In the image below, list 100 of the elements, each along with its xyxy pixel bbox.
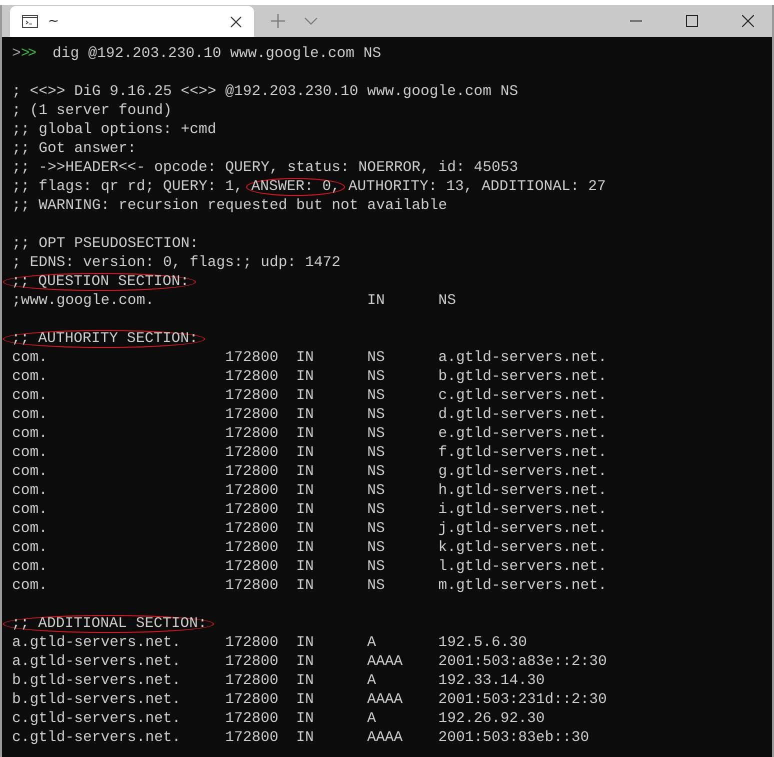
record-data: b.gtld-servers.net. bbox=[438, 368, 608, 387]
record-name: com. bbox=[12, 539, 49, 558]
record-name: com. bbox=[12, 425, 49, 444]
record-ttl: 172800 bbox=[225, 387, 280, 406]
record-ttl: 172800 bbox=[225, 577, 280, 596]
record-class: IN bbox=[296, 710, 315, 729]
record-ttl: 172800 bbox=[225, 368, 280, 387]
record-class: IN bbox=[296, 349, 315, 368]
record-data: 192.26.92.30 bbox=[438, 710, 546, 729]
record-name: c.gtld-servers.net. bbox=[12, 729, 182, 748]
record-type: A bbox=[367, 634, 378, 653]
record-type: NS bbox=[438, 292, 457, 311]
section-heading: ;; AUTHORITY SECTION: bbox=[2, 330, 205, 348]
record-type: NS bbox=[367, 387, 386, 406]
record-class: IN bbox=[296, 444, 315, 463]
section-heading: ;; ADDITIONAL SECTION: bbox=[2, 615, 214, 633]
output-line: ; <<>> DiG 9.16.25 <<>> @192.203.230.10 www.google.com NS bbox=[12, 84, 518, 100]
record-ttl: 172800 bbox=[225, 425, 280, 444]
record-class: IN bbox=[296, 672, 315, 691]
record-name: com. bbox=[12, 444, 49, 463]
close-icon[interactable] bbox=[230, 16, 242, 28]
record-ttl: 172800 bbox=[225, 691, 280, 710]
record-class: IN bbox=[296, 520, 315, 539]
output-line: ;; global options: +cmd bbox=[12, 122, 216, 138]
record-data: c.gtld-servers.net. bbox=[438, 387, 608, 406]
record-type: NS bbox=[367, 463, 386, 482]
record-data: f.gtld-servers.net. bbox=[438, 444, 608, 463]
output-line: ;; ->>HEADER<<- opcode: QUERY, status: NOERROR, id: 45053 bbox=[12, 160, 518, 176]
record-name: b.gtld-servers.net. bbox=[12, 672, 182, 691]
record-type: NS bbox=[367, 425, 386, 444]
record-ttl: 172800 bbox=[225, 729, 280, 748]
record-name: b.gtld-servers.net. bbox=[12, 691, 182, 710]
command-text: dig @192.203.230.10 www.google.com NS bbox=[52, 46, 382, 62]
record-ttl: 172800 bbox=[225, 406, 280, 425]
record-data: i.gtld-servers.net. bbox=[438, 501, 608, 520]
output-line: ;; Got answer: bbox=[12, 141, 136, 157]
record-ttl: 172800 bbox=[225, 653, 280, 672]
maximize-icon[interactable] bbox=[686, 15, 698, 27]
record-data: a.gtld-servers.net. bbox=[438, 349, 608, 368]
record-class: IN bbox=[296, 558, 315, 577]
record-class: IN bbox=[296, 501, 315, 520]
record-type: NS bbox=[367, 520, 386, 539]
record-data: m.gtld-servers.net. bbox=[438, 577, 608, 596]
record-type: AAAA bbox=[367, 729, 404, 748]
section-heading: ;; QUESTION SECTION: bbox=[2, 273, 196, 291]
close-icon[interactable] bbox=[742, 15, 754, 27]
record-ttl: 172800 bbox=[225, 501, 280, 520]
record-ttl: 172800 bbox=[225, 672, 280, 691]
record-class: IN bbox=[296, 729, 315, 748]
record-data: g.gtld-servers.net. bbox=[438, 463, 608, 482]
record-class: IN bbox=[367, 292, 386, 311]
record-name: com. bbox=[12, 368, 49, 387]
record-ttl: 172800 bbox=[225, 463, 280, 482]
record-name: com. bbox=[12, 349, 49, 368]
terminal-tab[interactable]: ~ bbox=[10, 6, 254, 37]
record-type: A bbox=[367, 672, 378, 691]
record-type: NS bbox=[367, 539, 386, 558]
record-name: a.gtld-servers.net. bbox=[12, 634, 182, 653]
record-name: a.gtld-servers.net. bbox=[12, 653, 182, 672]
record-ttl: 172800 bbox=[225, 634, 280, 653]
record-name: com. bbox=[12, 406, 49, 425]
record-type: A bbox=[367, 710, 378, 729]
record-class: IN bbox=[296, 577, 315, 596]
record-name: ;www.google.com. bbox=[12, 292, 156, 311]
prompt-symbol: >>> bbox=[12, 46, 35, 62]
record-class: IN bbox=[296, 634, 315, 653]
tab-title: ~ bbox=[48, 14, 60, 29]
record-class: IN bbox=[296, 406, 315, 425]
record-data: k.gtld-servers.net. bbox=[438, 539, 608, 558]
output-line: ;; WARNING: recursion requested but not available bbox=[12, 198, 448, 214]
record-name: c.gtld-servers.net. bbox=[12, 710, 182, 729]
record-data: e.gtld-servers.net. bbox=[438, 425, 608, 444]
record-ttl: 172800 bbox=[225, 520, 280, 539]
record-class: IN bbox=[296, 539, 315, 558]
record-data: 192.33.14.30 bbox=[438, 672, 546, 691]
record-type: AAAA bbox=[367, 691, 404, 710]
record-type: NS bbox=[367, 349, 386, 368]
output-line: ;; flags: qr rd; QUERY: 1, ANSWER: 0, AUTHORITY: 13, ADDITIONAL: 27 bbox=[12, 179, 606, 195]
record-class: IN bbox=[296, 387, 315, 406]
new-tab-icon[interactable] bbox=[270, 13, 286, 29]
console-icon bbox=[22, 15, 38, 28]
record-ttl: 172800 bbox=[225, 558, 280, 577]
record-data: j.gtld-servers.net. bbox=[438, 520, 608, 539]
output-line: ;; OPT PSEUDOSECTION: bbox=[12, 236, 198, 252]
record-class: IN bbox=[296, 368, 315, 387]
record-type: NS bbox=[367, 482, 386, 501]
record-class: IN bbox=[296, 463, 315, 482]
record-data: h.gtld-servers.net. bbox=[438, 482, 608, 501]
record-name: com. bbox=[12, 387, 49, 406]
record-data: l.gtld-servers.net. bbox=[438, 558, 608, 577]
record-ttl: 172800 bbox=[225, 444, 280, 463]
record-data: 2001:503:a83e::2:30 bbox=[438, 653, 608, 672]
record-ttl: 172800 bbox=[225, 539, 280, 558]
record-data: 2001:503:83eb::30 bbox=[438, 729, 590, 748]
record-type: AAAA bbox=[367, 653, 404, 672]
record-data: d.gtld-servers.net. bbox=[438, 406, 608, 425]
dropdown-icon[interactable] bbox=[304, 17, 318, 25]
record-type: NS bbox=[367, 444, 386, 463]
record-ttl: 172800 bbox=[225, 482, 280, 501]
record-data: 192.5.6.30 bbox=[438, 634, 528, 653]
